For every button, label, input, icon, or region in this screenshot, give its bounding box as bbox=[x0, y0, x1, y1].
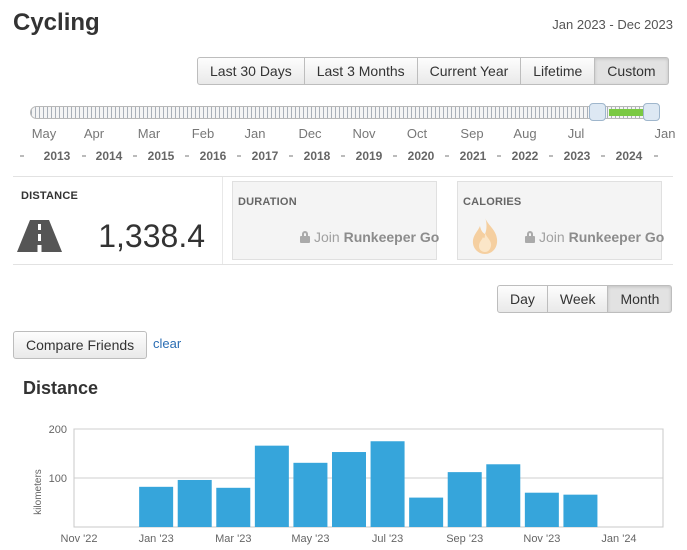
road-icon bbox=[17, 220, 62, 252]
lock-icon bbox=[525, 231, 535, 243]
chart-bar bbox=[370, 441, 405, 527]
timeline-month: Jan bbox=[654, 126, 676, 141]
timeline-year: 2019 bbox=[355, 149, 383, 163]
timeline-year-labels: 2013 2014 2015 2016 2017 2018 2019 2020 … bbox=[0, 149, 687, 165]
join-brand: Runkeeper Go bbox=[568, 229, 665, 245]
distance-value: 1,338.4 bbox=[98, 218, 205, 254]
join-prefix: Join bbox=[314, 229, 344, 245]
timeline-month: Dec bbox=[298, 126, 322, 141]
timeline-year: 2020 bbox=[407, 149, 435, 163]
flame-icon bbox=[472, 217, 498, 254]
chart-bar bbox=[332, 452, 366, 527]
timeline-year: 2023 bbox=[563, 149, 591, 163]
timeline-year: 2018 bbox=[303, 149, 331, 163]
chart-bar bbox=[486, 464, 521, 527]
x-tick-label: Nov '23 bbox=[523, 533, 560, 545]
timeline-year: 2024 bbox=[615, 149, 643, 163]
slider-end-handle[interactable] bbox=[643, 103, 660, 121]
x-tick-label: Nov '22 bbox=[61, 533, 98, 545]
timeline-month-labels: May Apr Mar Feb Jan Dec Nov Oct Sep Aug … bbox=[0, 126, 687, 142]
chart-bar bbox=[524, 492, 559, 527]
timeline-year: 2022 bbox=[511, 149, 539, 163]
compare-friends-button[interactable]: Compare Friends bbox=[13, 331, 148, 359]
chart-section-title: Distance bbox=[23, 378, 99, 398]
chart-bar bbox=[139, 486, 174, 527]
duration-join-link[interactable]: Join Runkeeper Go bbox=[300, 229, 439, 245]
week-button[interactable]: Week bbox=[547, 285, 609, 313]
lock-icon bbox=[300, 231, 310, 243]
last-30-days-button[interactable]: Last 30 Days bbox=[197, 57, 305, 85]
duration-label: DURATION bbox=[238, 196, 297, 208]
chart-bar bbox=[563, 494, 598, 527]
timeline-year: 2021 bbox=[459, 149, 487, 163]
stats-divider-vertical bbox=[222, 177, 223, 264]
clear-link[interactable]: clear bbox=[153, 336, 181, 351]
timeline-slider-track[interactable] bbox=[30, 106, 658, 119]
month-button[interactable]: Month bbox=[608, 285, 673, 313]
range-button-group: Last 30 Days Last 3 Months Current Year … bbox=[197, 57, 669, 85]
chart-bar bbox=[177, 479, 212, 527]
slider-start-handle[interactable] bbox=[589, 103, 606, 121]
join-prefix: Join bbox=[539, 229, 569, 245]
x-tick-label: May '23 bbox=[291, 533, 329, 545]
stats-divider-top bbox=[13, 176, 673, 177]
timeline-month: Apr bbox=[83, 126, 105, 141]
custom-button[interactable]: Custom bbox=[595, 57, 669, 85]
current-year-button[interactable]: Current Year bbox=[417, 57, 522, 85]
calories-label: CALORIES bbox=[463, 196, 522, 208]
timeline-month: Jul bbox=[567, 126, 585, 141]
y-tick-label: 200 bbox=[49, 424, 67, 436]
distance-label: DISTANCE bbox=[21, 190, 79, 202]
stats-divider-bottom bbox=[13, 264, 673, 265]
last-3-months-button[interactable]: Last 3 Months bbox=[304, 57, 418, 85]
timeline-year: 2017 bbox=[251, 149, 279, 163]
x-tick-label: Mar '23 bbox=[215, 533, 251, 545]
y-axis-label: kilometers bbox=[33, 469, 44, 515]
x-tick-label: Jan '24 bbox=[601, 533, 636, 545]
timeline-month: Mar bbox=[137, 126, 161, 141]
timeline-year: 2013 bbox=[43, 149, 71, 163]
date-range-label: Jan 2023 - Dec 2023 bbox=[552, 17, 673, 32]
timeline-month: May bbox=[31, 126, 57, 141]
x-tick-label: Jul '23 bbox=[372, 533, 403, 545]
chart-bar bbox=[216, 487, 251, 527]
slider-tick-marks bbox=[31, 107, 657, 118]
page-title: Cycling bbox=[13, 9, 100, 36]
calories-locked-card[interactable]: CALORIES Join Runkeeper Go bbox=[457, 181, 664, 260]
distance-chart: 100 200 kilometers Nov '22 Jan '23 Mar '23 May… bbox=[0, 415, 687, 550]
timeline-month: Jan bbox=[244, 126, 266, 141]
period-button-group: Day Week Month bbox=[497, 285, 673, 313]
timeline-month: Aug bbox=[513, 126, 537, 141]
timeline-year: 2014 bbox=[95, 149, 123, 163]
lifetime-button[interactable]: Lifetime bbox=[521, 57, 596, 85]
timeline-month: Nov bbox=[352, 126, 376, 141]
chart-bar bbox=[447, 472, 482, 527]
timeline-month: Feb bbox=[191, 126, 215, 141]
timeline-month: Sep bbox=[460, 126, 484, 141]
chart-bar bbox=[409, 497, 444, 527]
distance-bar-chart: 100 200 kilometers Nov '22 Jan '23 Mar '23 May… bbox=[33, 424, 664, 545]
join-brand: Runkeeper Go bbox=[343, 229, 440, 245]
timeline-year: 2015 bbox=[147, 149, 175, 163]
timeline-year: 2016 bbox=[199, 149, 227, 163]
y-tick-label: 100 bbox=[49, 473, 67, 485]
x-tick-label: Sep '23 bbox=[446, 533, 483, 545]
timeline-month: Oct bbox=[406, 126, 428, 141]
chart-bar bbox=[293, 462, 328, 527]
duration-locked-card[interactable]: DURATION Join Runkeeper Go bbox=[232, 181, 439, 260]
day-button[interactable]: Day bbox=[497, 285, 548, 313]
calories-join-link[interactable]: Join Runkeeper Go bbox=[525, 229, 664, 245]
x-tick-label: Jan '23 bbox=[139, 533, 174, 545]
chart-bar bbox=[254, 445, 289, 527]
